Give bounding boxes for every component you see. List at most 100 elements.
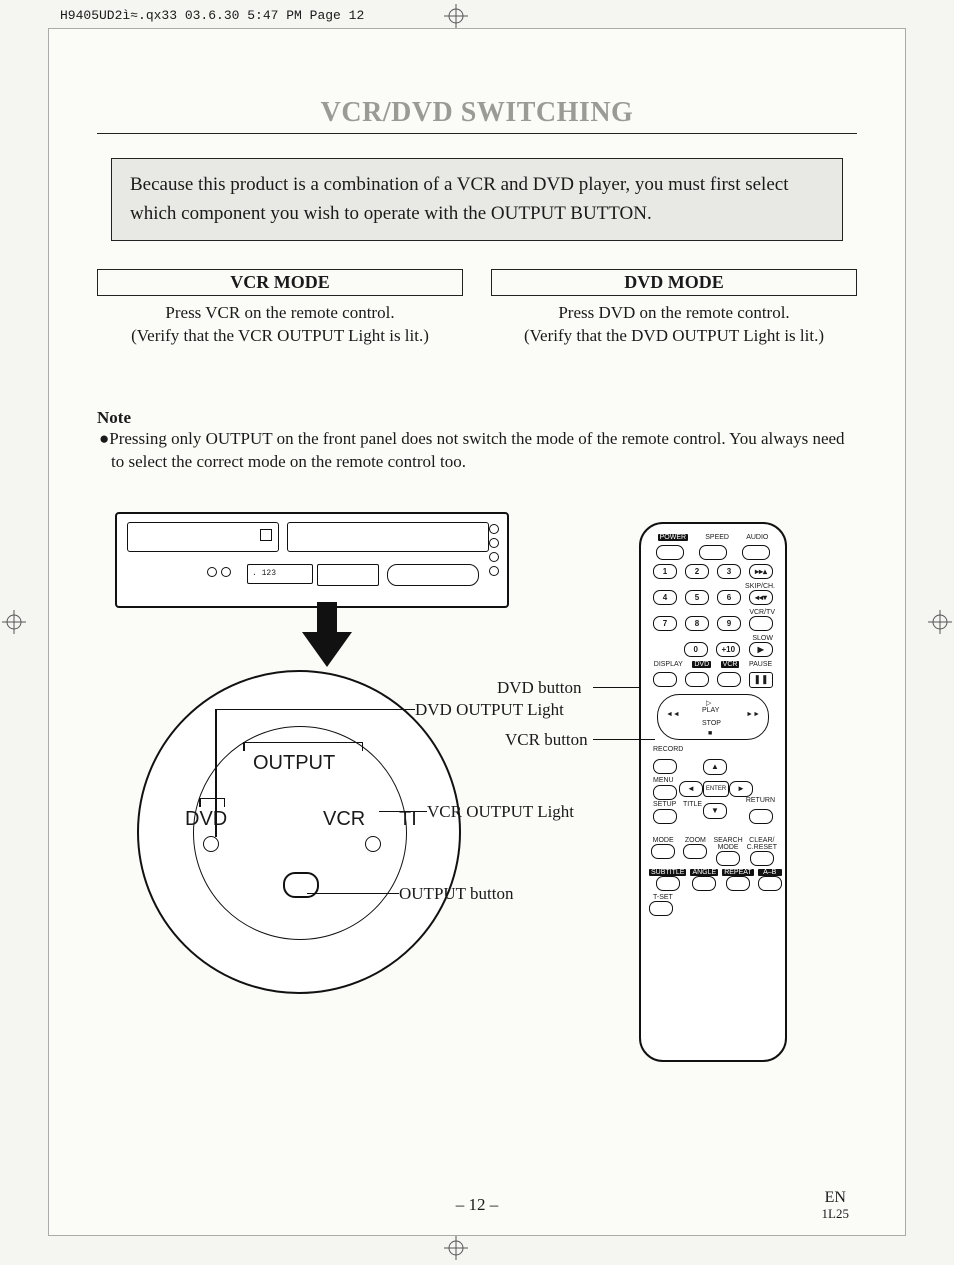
remote-key-0: 0	[684, 642, 708, 657]
page-number: – 12 –	[49, 1195, 905, 1215]
footer-right: EN 1L25	[822, 1189, 849, 1221]
note-body: ●Pressing only OUTPUT on the front panel…	[97, 428, 857, 474]
print-header: H9405UD2ì≈.qx33 03.6.30 5:47 PM Page 12	[60, 8, 364, 23]
front-knobs-icon	[207, 564, 237, 582]
remote-clear-button	[750, 851, 774, 866]
remote-left-button: ◄	[679, 781, 703, 797]
dvd-mode-block: DVD MODE Press DVD on the remote control…	[491, 269, 857, 348]
remote-down-button: ▼	[703, 803, 727, 819]
remote-label-pause: PAUSE	[749, 661, 772, 668]
remote-slow-button: ▶	[749, 642, 773, 657]
callout-line	[307, 893, 399, 895]
callout-line	[379, 811, 427, 813]
remote-vcr-button	[717, 672, 741, 687]
remote-label-dvd: DVD	[692, 661, 711, 668]
output-bracket	[243, 742, 363, 751]
remote-label-subtitle: SUBTITLE	[649, 869, 686, 876]
callout-vcr-button: VCR button	[505, 730, 588, 750]
remote-angle-button	[692, 876, 716, 891]
remote-record-button	[653, 759, 677, 774]
page-title: VCR/DVD SWITCHING	[97, 97, 857, 129]
dvd-output-light	[203, 836, 219, 852]
remote-key-8: 8	[685, 616, 709, 631]
remote-key-4: 4	[653, 590, 677, 605]
remote-label-menu: MENU	[653, 777, 674, 784]
callout-output-button: OUTPUT button	[399, 884, 513, 904]
callout-line	[215, 709, 217, 837]
combo-unit-illustration: . 123	[115, 512, 509, 608]
modes-row: VCR MODE Press VCR on the remote control…	[97, 269, 857, 348]
remote-label-power: POWER	[658, 534, 688, 541]
remote-label-stop: STOP	[702, 720, 721, 727]
footer-lang: EN	[822, 1189, 849, 1207]
vcr-mode-block: VCR MODE Press VCR on the remote control…	[97, 269, 463, 348]
remote-label-title: TITLE	[683, 801, 702, 808]
remote-dvd-button	[685, 672, 709, 687]
remote-key-7: 7	[653, 616, 677, 631]
remote-power-button	[656, 545, 684, 560]
dvd-tray-icon	[127, 522, 279, 552]
note-heading: Note	[97, 408, 857, 428]
vcr-mode-line2: (Verify that the VCR OUTPUT Light is lit…	[97, 325, 463, 348]
remote-tset-button	[649, 901, 673, 916]
remote-up-button: ▲	[703, 759, 727, 775]
crop-mark-icon	[444, 1236, 468, 1260]
remote-pause-button: ❚❚	[749, 672, 773, 688]
vcr-mode-head: VCR MODE	[97, 269, 463, 296]
unit-transport-group	[387, 564, 479, 586]
remote-label-setup: SETUP	[653, 801, 676, 808]
remote-transport-ring: ▷ PLAY ◄◄ ►► STOP ■	[657, 694, 769, 740]
callout-line	[621, 687, 639, 689]
remote-key-3: 3	[717, 564, 741, 579]
remote-play-icon: ▷	[706, 699, 711, 707]
callout-dvd-button: DVD button	[497, 678, 582, 698]
page-frame: VCR/DVD SWITCHING Because this product i…	[48, 28, 906, 1236]
footer-code: 1L25	[822, 1207, 849, 1221]
remote-label-tset: T-SET	[649, 894, 777, 901]
remote-label-clear: CLEAR/ C.RESET	[747, 837, 777, 851]
callout-line	[215, 709, 415, 711]
crop-mark-icon	[928, 610, 952, 634]
arrow-down-icon	[297, 602, 357, 672]
unit-lights-group	[317, 564, 379, 586]
remote-label-record: RECORD	[649, 746, 777, 753]
remote-menu-button	[653, 785, 677, 800]
remote-key-plus10: +10	[716, 642, 740, 657]
remote-return-button	[749, 809, 773, 824]
remote-label-speed: SPEED	[705, 534, 729, 541]
remote-skip-up-button: ▸▸▴	[749, 564, 773, 579]
unit-side-jacks	[489, 524, 499, 580]
dvd-mode-line1: Press DVD on the remote control.	[491, 302, 857, 325]
remote-ab-button	[758, 876, 782, 891]
dvd-mode-head: DVD MODE	[491, 269, 857, 296]
remote-speed-button	[699, 545, 727, 560]
remote-dpad: ▲ MENU ◄ ENTER ► RETURN SETUP TITLE ▼	[649, 757, 777, 837]
output-label: OUTPUT	[253, 752, 335, 775]
vhs-slot-icon	[287, 522, 489, 552]
remote-label-vcr: VCR	[721, 661, 740, 668]
remote-audio-button	[742, 545, 770, 560]
remote-label-display: DISPLAY	[654, 661, 683, 668]
remote-label-slow: SLOW	[649, 635, 777, 642]
remote-subtitle-button	[656, 876, 680, 891]
crop-mark-icon	[2, 610, 26, 634]
vcr-mode-line1: Press VCR on the remote control.	[97, 302, 463, 325]
remote-stop-icon: ■	[708, 730, 712, 737]
remote-setup-button	[653, 809, 677, 824]
unit-display: . 123	[247, 564, 313, 584]
remote-label-audio: AUDIO	[746, 534, 768, 541]
callout-line	[633, 739, 655, 741]
title-rule	[97, 133, 857, 134]
magnifier-circle: OUTPUT DVD VCR TI	[137, 670, 461, 994]
dvd-panel-label: DVD	[185, 808, 227, 831]
remote-label-vcrtv: VCR/TV	[649, 609, 777, 616]
remote-label-skipch: SKIP/CH.	[649, 583, 777, 590]
remote-vcrtv-button	[749, 616, 773, 631]
remote-searchmode-button	[716, 851, 740, 866]
remote-ff-icon: ►►	[746, 711, 760, 718]
remote-label-play: PLAY	[702, 707, 719, 714]
remote-mode-button	[651, 844, 675, 859]
remote-illustration: POWER SPEED AUDIO 1 2 3 ▸▸▴ SKIP/CH. 4 5…	[639, 522, 787, 1062]
intro-box: Because this product is a combination of…	[111, 158, 843, 241]
remote-key-6: 6	[717, 590, 741, 605]
